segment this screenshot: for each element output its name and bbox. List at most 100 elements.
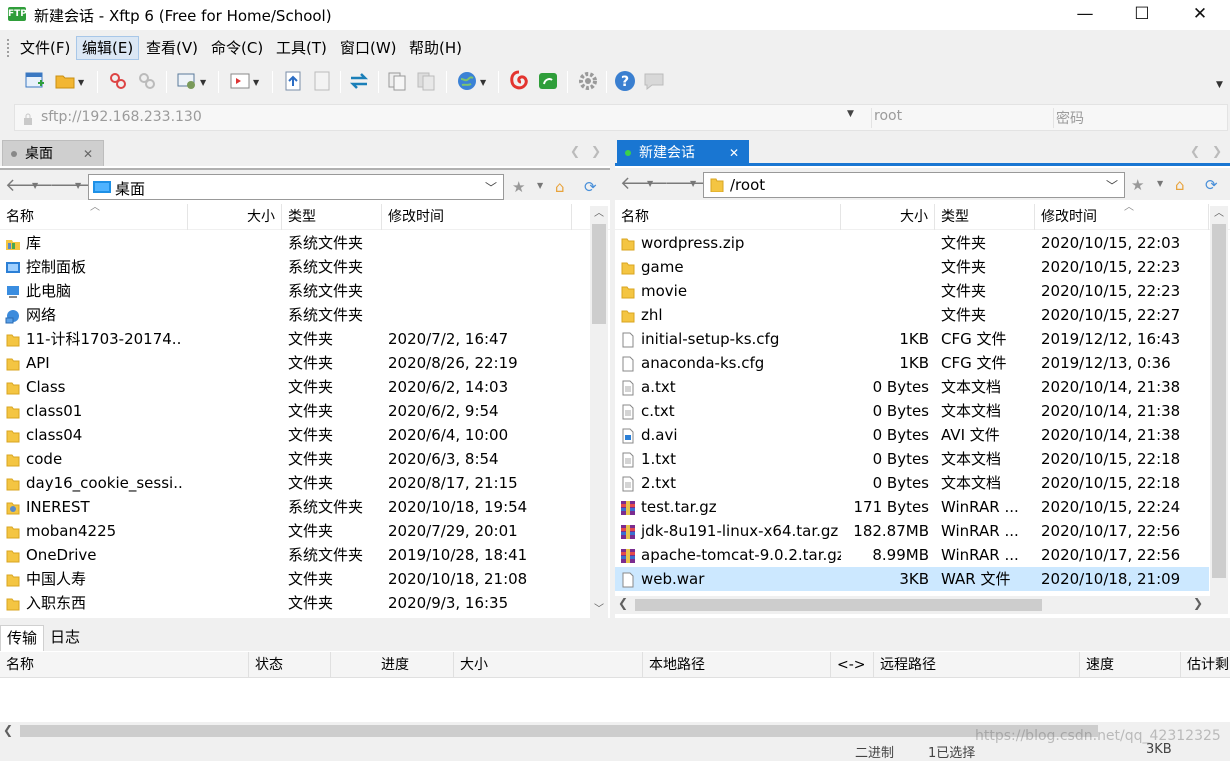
tab-local-desktop[interactable]: 桌面 ✕	[2, 140, 104, 166]
xfer-col-local-path[interactable]: 本地路径	[643, 652, 831, 678]
host-dropdown-icon[interactable]: ▼	[847, 109, 854, 119]
file-row[interactable]: INEREST 系统文件夹 2020/10/18, 19:54	[0, 495, 610, 519]
file-row[interactable]: d.avi 0 Bytes AVI 文件 2020/10/14, 21:38	[615, 423, 1230, 447]
col-mtime[interactable]: 修改时间	[382, 204, 572, 230]
file-row[interactable]: movie 文件夹 2020/10/15, 22:23	[615, 279, 1230, 303]
file-row[interactable]: 此电脑 系统文件夹	[0, 279, 610, 303]
home-folder-icon[interactable]: ⌂	[1175, 176, 1185, 194]
maximize-button[interactable]: ☐	[1113, 0, 1171, 30]
local-vertical-scrollbar[interactable]: ︿ ﹀	[590, 206, 608, 618]
file-row[interactable]: 入职东西 文件夹 2020/9/3, 16:35	[0, 591, 610, 615]
xfer-col-size[interactable]: 大小	[454, 652, 643, 678]
file-row[interactable]: web.war 3KB WAR 文件 2020/10/18, 21:09	[615, 567, 1209, 591]
forward-dropdown-icon[interactable]: ▼	[75, 181, 81, 190]
file-row[interactable]: day16_cookie_sessi... 文件夹 2020/8/17, 21:15	[0, 471, 610, 495]
menu-tools[interactable]: 工具(T)	[271, 36, 332, 60]
file-row[interactable]: a.txt 0 Bytes 文本文档 2020/10/14, 21:38	[615, 375, 1230, 399]
new-session-icon[interactable]	[24, 70, 46, 92]
col-type[interactable]: 类型	[282, 204, 382, 230]
path-dropdown-icon[interactable]: ﹀	[1106, 177, 1118, 194]
reconnect-icon[interactable]	[136, 70, 158, 92]
col-mtime[interactable]: 修改时间	[1035, 204, 1209, 230]
back-dropdown-icon[interactable]: ▼	[647, 179, 653, 188]
password-input[interactable]: 密码	[1053, 108, 1223, 128]
scroll-left-icon[interactable]: ❮	[618, 596, 628, 610]
xfer-col-name[interactable]: 名称	[0, 652, 249, 678]
tab-next-icon[interactable]: ❯	[591, 144, 601, 158]
upload-icon[interactable]	[282, 70, 304, 92]
file-row[interactable]: API 文件夹 2020/8/26, 22:19	[0, 351, 610, 375]
favorites-dropdown-icon[interactable]: ▼	[1157, 179, 1163, 188]
file-row[interactable]: c.txt 0 Bytes 文本文档 2020/10/14, 21:38	[615, 399, 1230, 423]
menu-command[interactable]: 命令(C)	[206, 36, 268, 60]
xfer-col-eta[interactable]: 估计剩	[1181, 652, 1230, 678]
sync-transfer-icon[interactable]	[348, 70, 370, 92]
file-row[interactable]: class04 文件夹 2020/6/4, 10:00	[0, 423, 610, 447]
file-row[interactable]: code 文件夹 2020/6/3, 8:54	[0, 447, 610, 471]
file-row[interactable]: test.tar.gz 171 Bytes WinRAR ... 2020/10/15…	[615, 495, 1230, 519]
file-row[interactable]: 1.txt 0 Bytes 文本文档 2020/10/15, 22:18	[615, 447, 1230, 471]
minimize-button[interactable]: —	[1056, 0, 1114, 30]
menu-file[interactable]: 文件(F)	[15, 36, 75, 60]
close-tab-icon[interactable]: ✕	[729, 140, 739, 166]
back-dropdown-icon[interactable]: ▼	[32, 181, 38, 190]
col-size[interactable]: 大小	[841, 204, 935, 230]
home-folder-icon[interactable]: ⌂	[555, 178, 565, 196]
file-row[interactable]: initial-setup-ks.cfg 1KB CFG 文件 2019/12/12,…	[615, 327, 1230, 351]
hscroll-thumb[interactable]	[20, 725, 1098, 737]
tab-prev-icon[interactable]: ❮	[1190, 144, 1200, 158]
file-row[interactable]: jdk-8u191-linux-x64.tar.gz 182.87MB WinRAR…	[615, 519, 1230, 543]
file-row[interactable]: 控制面板 系统文件夹	[0, 255, 610, 279]
tab-next-icon[interactable]: ❯	[1212, 144, 1222, 158]
menu-grip[interactable]	[6, 38, 10, 58]
scroll-up-icon[interactable]: ︿	[1210, 206, 1228, 222]
xshell-icon[interactable]	[508, 70, 530, 92]
path-dropdown-icon[interactable]: ﹀	[485, 179, 497, 196]
xfer-col-direction[interactable]: <->	[831, 652, 874, 678]
remote-horizontal-scrollbar[interactable]: ❮ ❯	[615, 596, 1228, 614]
globe-icon[interactable]: ▼	[456, 70, 486, 92]
xfer-col-speed[interactable]: 速度	[1080, 652, 1181, 678]
file-row[interactable]: 11-计科1703-20174... 文件夹 2020/7/2, 16:47	[0, 327, 610, 351]
close-button[interactable]: ✕	[1171, 0, 1229, 30]
help-icon[interactable]: ?	[614, 70, 636, 92]
host-address-input[interactable]: sftp://192.168.233.130	[41, 109, 202, 125]
remote-vertical-scrollbar[interactable]: ︿	[1210, 206, 1228, 596]
refresh-icon[interactable]: ⟳	[1205, 176, 1218, 194]
toolbar-overflow-icon[interactable]: ▼	[1216, 80, 1223, 90]
forward-dropdown-icon[interactable]: ▼	[690, 179, 696, 188]
scroll-right-icon[interactable]: ❯	[1193, 596, 1203, 610]
xfer-col-progress[interactable]: 进度	[331, 652, 454, 678]
file-row[interactable]: zhl 文件夹 2020/10/15, 22:27	[615, 303, 1230, 327]
scroll-down-icon[interactable]: ﹀	[590, 602, 608, 618]
file-row[interactable]: OneDrive 系统文件夹 2019/10/28, 18:41	[0, 543, 610, 567]
refresh-icon[interactable]: ⟳	[584, 178, 597, 196]
col-size[interactable]: 大小	[188, 204, 282, 230]
col-name[interactable]: 名称	[615, 204, 841, 230]
tab-log[interactable]: 日志	[44, 625, 86, 651]
xftp-icon[interactable]	[537, 70, 559, 92]
file-row[interactable]: class01 文件夹 2020/6/2, 9:54	[0, 399, 610, 423]
file-row[interactable]: Class 文件夹 2020/6/2, 14:03	[0, 375, 610, 399]
xfer-col-remote-path[interactable]: 远程路径	[874, 652, 1080, 678]
chat-icon[interactable]	[643, 70, 665, 92]
file-row[interactable]: wordpress.zip 文件夹 2020/10/15, 22:03	[615, 231, 1230, 255]
open-folder-icon[interactable]: ▼	[54, 70, 84, 92]
close-tab-icon[interactable]: ✕	[83, 141, 93, 167]
file-row[interactable]: game 文件夹 2020/10/15, 22:23	[615, 255, 1230, 279]
file-row[interactable]: 库 系统文件夹	[0, 231, 610, 255]
scroll-thumb[interactable]	[1212, 224, 1226, 578]
xfer-col-status[interactable]: 状态	[249, 652, 331, 678]
tab-transfer[interactable]: 传输	[0, 625, 45, 651]
scroll-thumb[interactable]	[592, 224, 606, 324]
file-row[interactable]: 2.txt 0 Bytes 文本文档 2020/10/15, 22:18	[615, 471, 1230, 495]
col-type[interactable]: 类型	[935, 204, 1035, 230]
back-arrow-icon[interactable]: 🡐	[5, 177, 53, 195]
favorites-dropdown-icon[interactable]: ▼	[537, 181, 543, 190]
file-row[interactable]: apache-tomcat-9.0.2.tar.gz 8.99MB WinRAR .…	[615, 543, 1230, 567]
file-row[interactable]: 中国人寿 文件夹 2020/10/18, 21:08	[0, 567, 610, 591]
file-row[interactable]: moban4225 文件夹 2020/7/29, 20:01	[0, 519, 610, 543]
menu-window[interactable]: 窗口(W)	[335, 36, 402, 60]
download-icon[interactable]	[311, 70, 333, 92]
menu-help[interactable]: 帮助(H)	[404, 36, 467, 60]
